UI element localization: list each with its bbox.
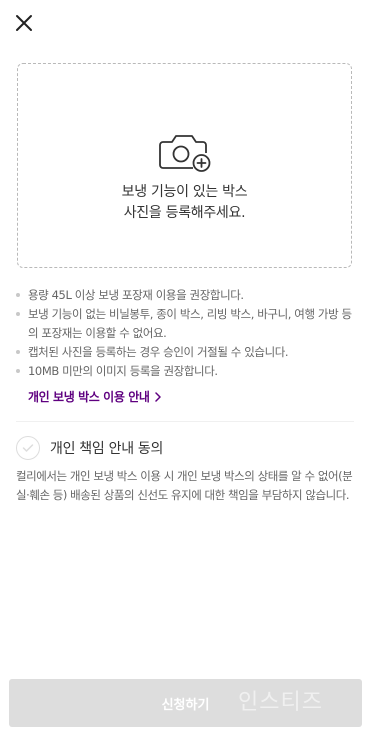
agreement-checkbox[interactable]: 개인 책임 안내 동의 <box>16 436 163 460</box>
notice-item: 캡처된 사진을 등록하는 경우 승인이 거절될 수 있습니다. <box>16 343 352 362</box>
check-circle[interactable] <box>16 436 40 460</box>
divider <box>16 421 354 422</box>
notice-item: 보냉 기능이 없는 비닐봉투, 종이 박스, 리빙 박스, 바구니, 여행 가방… <box>16 305 352 343</box>
agreement-label: 개인 책임 안내 동의 <box>50 441 164 457</box>
photo-upload-area[interactable]: 보냉 기능이 있는 박스 사진을 등록해주세요. <box>17 63 352 268</box>
camera-plus-icon <box>158 135 210 172</box>
close-icon <box>16 15 32 31</box>
box-guide-link-label: 개인 보냉 박스 이용 안내 <box>28 390 150 404</box>
submit-button-label: 신청하기 <box>161 697 210 713</box>
agreement-description: 컬리에서는 개인 보냉 박스 이용 시 개인 보냉 박스의 상태를 알 수 없어… <box>16 469 353 502</box>
notice-item: 10MB 미만의 이미지 등록을 권장합니다. <box>16 362 352 381</box>
upload-instruction: 보냉 기능이 있는 박스 사진을 등록해주세요. <box>122 182 248 224</box>
notice-item: 용량 45L 이상 보냉 포장재 이용을 권장합니다. <box>16 286 352 305</box>
chevron-right-icon <box>154 391 161 402</box>
upload-instruction-line2: 사진을 등록해주세요. <box>123 205 246 221</box>
notice-list: 용량 45L 이상 보냉 포장재 이용을 권장합니다. 보냉 기능이 없는 비닐… <box>16 286 352 381</box>
submit-button[interactable]: 신청하기 <box>9 679 362 727</box>
upload-instruction-line1: 보냉 기능이 있는 박스 <box>121 184 248 200</box>
check-icon <box>22 444 34 452</box>
close-button[interactable] <box>12 11 36 35</box>
box-guide-link[interactable]: 개인 보냉 박스 이용 안내 <box>28 388 162 405</box>
